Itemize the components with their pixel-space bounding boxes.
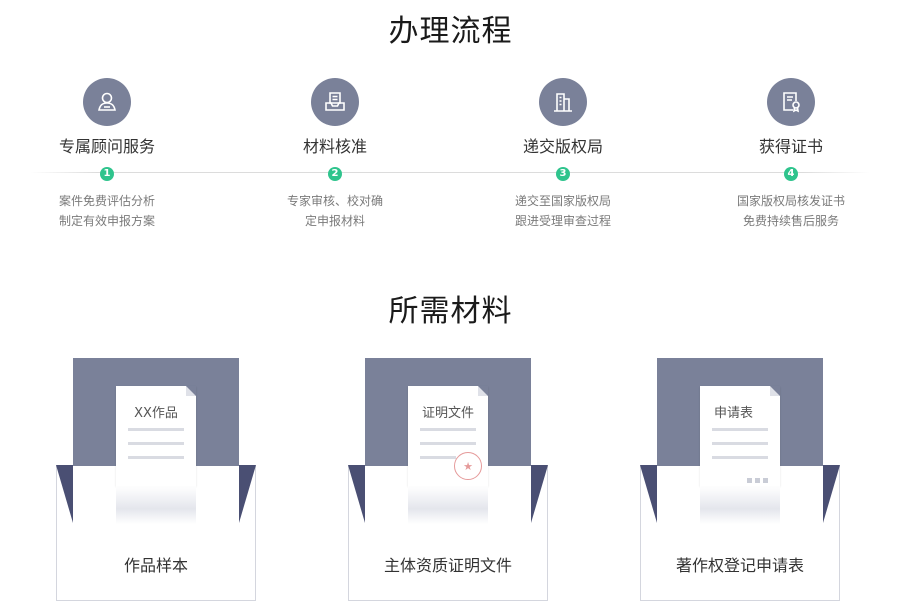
step-number-badge: 1: [100, 167, 114, 181]
process-step-certificate: 获得证书 4 国家版权局核发证书 免费持续售后服务: [691, 78, 891, 231]
page-fold-corner: [770, 386, 780, 396]
building-icon: [554, 93, 572, 112]
document-fade: [700, 486, 780, 524]
text-line: [712, 428, 768, 431]
step-description: 国家版权局核发证书 免费持续售后服务: [691, 191, 891, 231]
step-description: 递交至国家版权局 跟进受理审查过程: [463, 191, 663, 231]
materials-section-title: 所需材料: [388, 294, 513, 329]
step-description: 案件免费评估分析 制定有效申报方案: [7, 191, 207, 231]
step-title: 材料核准: [302, 137, 367, 156]
process-step-consultant: 专属顾问服务 1 案件免费评估分析 制定有效申报方案: [7, 78, 207, 231]
document-illustration: 证明文件 ★: [408, 386, 488, 486]
form-dots: [744, 468, 768, 487]
step-icon-circle: [767, 78, 815, 126]
certificate-icon: [783, 92, 800, 113]
document-fade: [116, 486, 196, 524]
document-inbox-icon: [325, 92, 345, 111]
material-card-label: 著作权登记申请表: [675, 556, 804, 575]
document-label: XX作品: [134, 406, 178, 421]
step-icon-circle: [539, 78, 587, 126]
text-line: [420, 428, 476, 431]
text-line: [712, 456, 768, 459]
material-card-label: 作品样本: [123, 556, 188, 575]
step-icon-circle: [83, 78, 131, 126]
step-number-badge: 2: [328, 167, 342, 181]
step-desc-line: 专家审核、校对确: [286, 194, 383, 208]
document-fade: [408, 486, 488, 524]
material-card-work-sample: XX作品 作品样本: [56, 358, 256, 602]
document-label: 证明文件: [421, 406, 474, 421]
step-desc-line: 国家版权局核发证书: [736, 194, 845, 208]
step-desc-line: 递交至国家版权局: [514, 194, 611, 208]
step-number-badge: 4: [784, 167, 798, 181]
step-desc-line: 定申报材料: [304, 214, 365, 228]
text-line: [712, 442, 768, 445]
process-section-title: 办理流程: [388, 14, 513, 49]
document-illustration: 申请表: [700, 386, 780, 486]
material-card-qualification: 证明文件 ★ 主体资质证明文件: [348, 358, 548, 602]
step-desc-line: 免费持续售后服务: [742, 214, 839, 228]
document-illustration: XX作品: [116, 386, 196, 486]
seal-stamp-icon: ★: [454, 452, 482, 480]
text-line: [128, 428, 184, 431]
text-line: [128, 456, 184, 459]
text-line: [420, 456, 456, 459]
step-title: 递交版权局: [522, 137, 603, 156]
step-desc-line: 跟进受理审查过程: [514, 214, 611, 228]
page-fold-corner: [478, 386, 488, 396]
material-card-application-form: 申请表 著作权登记申请表: [640, 358, 840, 602]
step-title: 专属顾问服务: [58, 137, 155, 156]
process-step-submit: 递交版权局 3 递交至国家版权局 跟进受理审查过程: [463, 78, 663, 231]
text-line: [420, 442, 476, 445]
step-desc-line: 案件免费评估分析: [58, 194, 155, 208]
step-number-badge: 3: [556, 167, 570, 181]
step-icon-circle: [311, 78, 359, 126]
text-line: [128, 442, 184, 445]
step-desc-line: 制定有效申报方案: [58, 214, 155, 228]
document-label: 申请表: [714, 406, 754, 421]
step-description: 专家审核、校对确 定申报材料: [235, 191, 435, 231]
process-step-review: 材料核准 2 专家审核、校对确 定申报材料: [235, 78, 435, 231]
page-fold-corner: [186, 386, 196, 396]
material-card-label: 主体资质证明文件: [383, 556, 512, 575]
user-icon: [98, 92, 116, 111]
step-title: 获得证书: [758, 137, 823, 156]
